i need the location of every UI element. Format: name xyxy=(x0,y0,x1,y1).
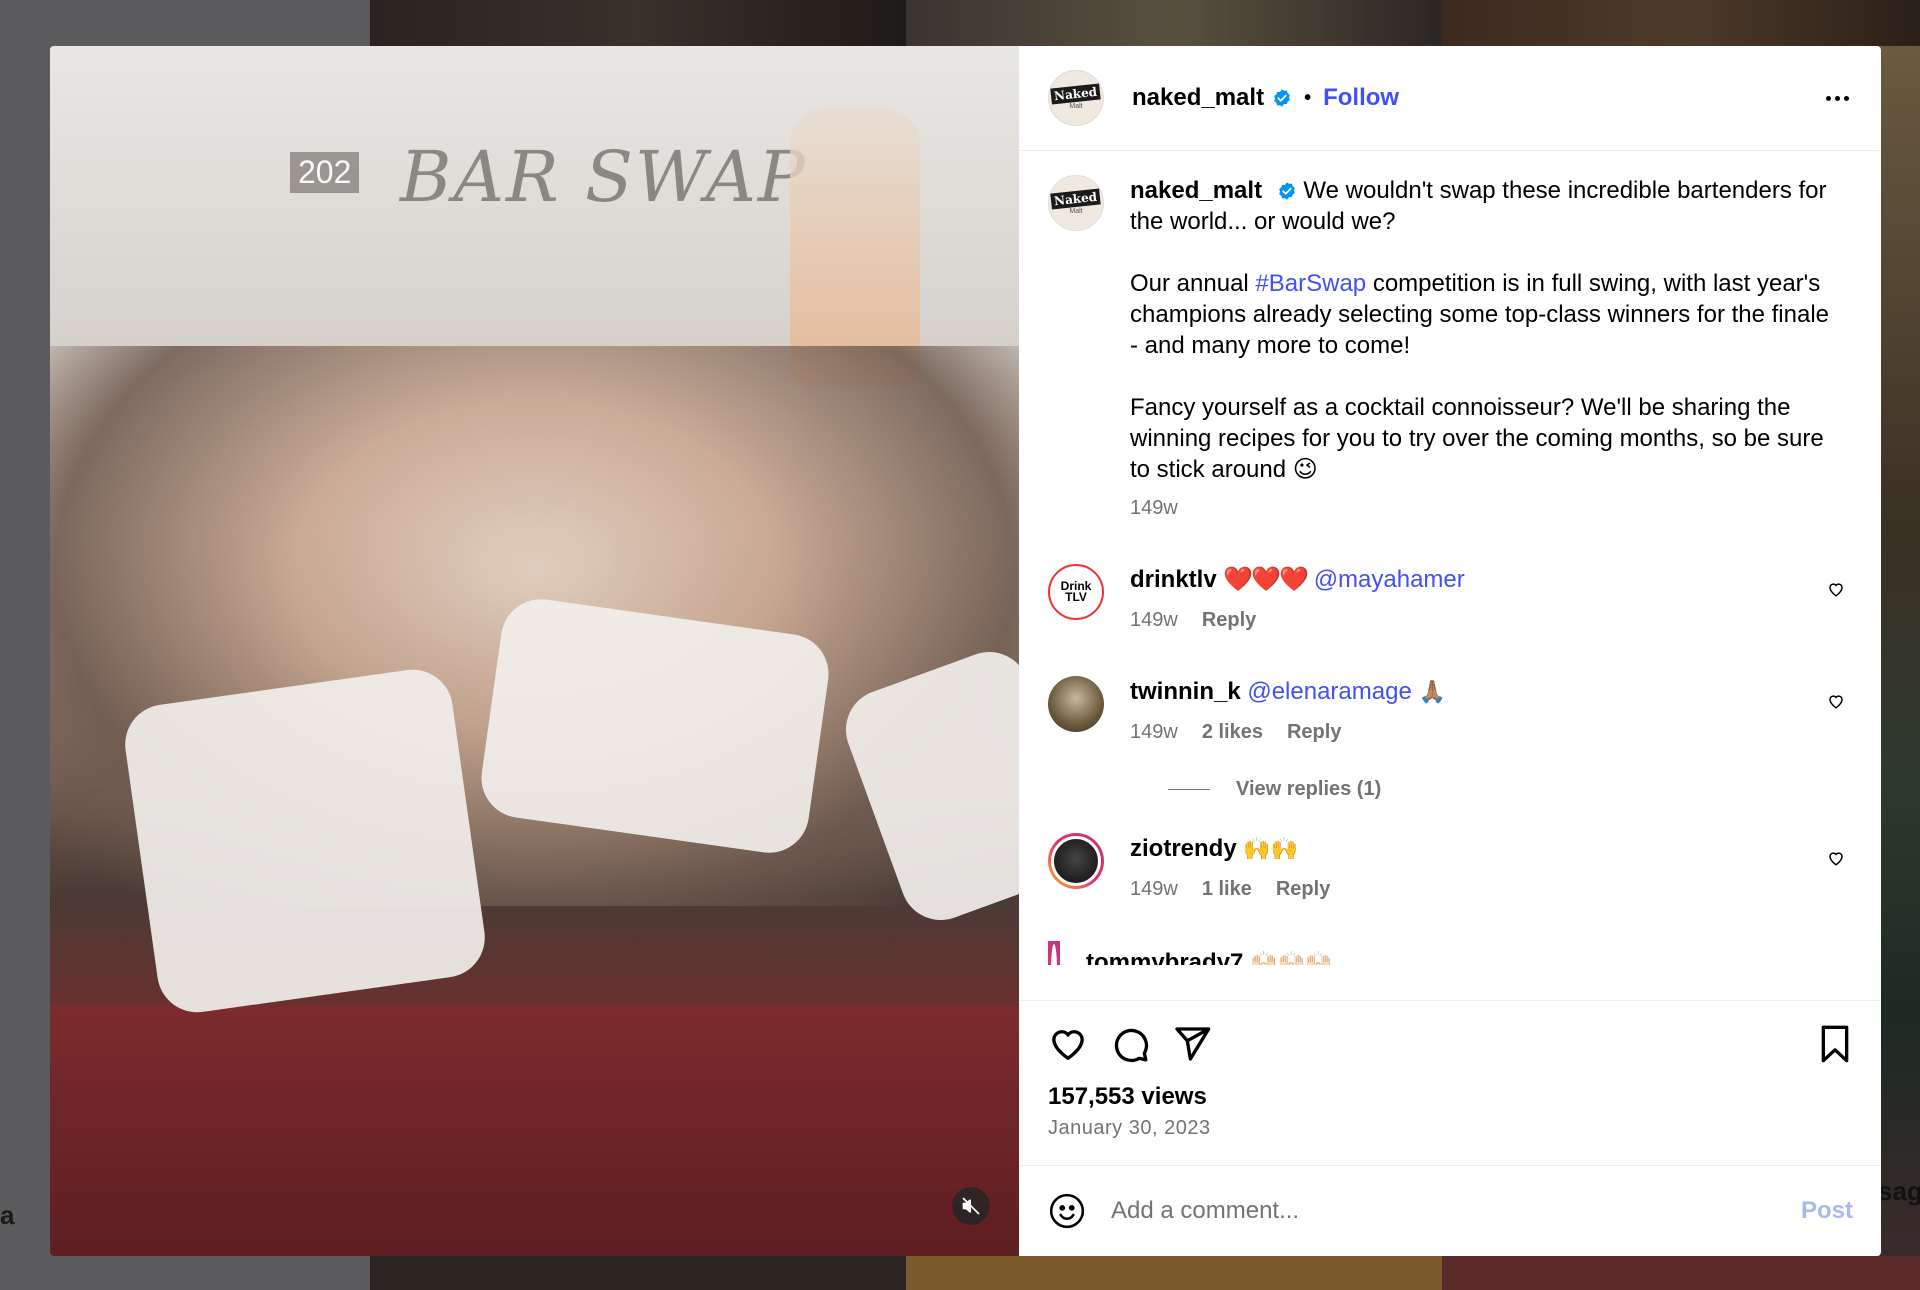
comment-timestamp[interactable]: 149w xyxy=(1130,721,1178,743)
background-thumbnail xyxy=(1880,46,1920,1256)
post-header: Naked Malt naked_malt • Follow xyxy=(1019,46,1881,151)
comment-emoji: 🙏🏽 xyxy=(1418,679,1446,704)
mute-icon xyxy=(962,1197,980,1215)
mention-link[interactable]: @elenaramage xyxy=(1247,678,1411,705)
emoji-icon[interactable] xyxy=(1048,1192,1086,1230)
background-thumbnail xyxy=(906,0,1442,46)
bottle-graphic xyxy=(790,106,920,386)
commenter-avatar[interactable] xyxy=(1048,676,1104,732)
view-replies-label: View replies (1) xyxy=(1236,778,1382,800)
comment-item: Drink TLV drinktlv ❤️❤️❤️ @mayahamer 149… xyxy=(1048,564,1853,636)
post-side-panel: Naked Malt naked_malt • Follow Naked Mal… xyxy=(1019,46,1881,1256)
background-thumbnail xyxy=(1442,0,1920,46)
heart-icon[interactable] xyxy=(1827,692,1845,710)
caption-text: Fancy yourself as a cocktail connoisseur… xyxy=(1130,394,1824,483)
author-avatar[interactable]: Naked Malt xyxy=(1048,175,1104,231)
post-video[interactable]: 202 BAR SWAP xyxy=(50,46,1019,1256)
held-sign xyxy=(120,664,490,1018)
heart-icon[interactable] xyxy=(1827,580,1845,598)
comment-item: twinnin_k @elenaramage 🙏🏽 149w 2 likes Rep… xyxy=(1048,676,1853,748)
caption-username[interactable]: naked_malt xyxy=(1130,177,1262,204)
background-thumbnail xyxy=(906,1256,1442,1290)
post-actions: 157,553 views January 30, 2023 xyxy=(1019,1000,1881,1165)
background-thumbnail xyxy=(370,0,906,46)
post-modal: 202 BAR SWAP Naked Malt naked_malt • Fol… xyxy=(50,46,1881,1256)
comment-timestamp[interactable]: 149w xyxy=(1130,878,1178,900)
hashtag-link[interactable]: #BarSwap xyxy=(1255,270,1366,297)
more-options-icon[interactable] xyxy=(1821,95,1853,101)
banner-year-text: 202 xyxy=(290,152,360,193)
avatar-logo-subtext: Malt xyxy=(1069,103,1083,110)
avatar-logo-text: TLV xyxy=(1065,590,1087,604)
commenter-username[interactable]: tommybrady7 xyxy=(1086,949,1243,965)
comment-emoji: ❤️❤️❤️ xyxy=(1223,566,1309,593)
banner-title-text: BAR SWAP xyxy=(400,136,808,218)
comments-list[interactable]: Naked Malt naked_malt We wouldn't swap t… xyxy=(1019,151,1881,1000)
held-sign xyxy=(476,594,834,858)
commenter-avatar[interactable] xyxy=(1048,833,1104,889)
share-icon[interactable] xyxy=(1172,1024,1212,1064)
bookmark-icon[interactable] xyxy=(1817,1024,1853,1064)
mute-button[interactable] xyxy=(952,1187,990,1225)
background-thumbnail xyxy=(1442,1256,1920,1290)
heart-icon[interactable] xyxy=(1048,1024,1088,1064)
comment-item: ziotrendy 🙌🙌 149w 1 like Reply xyxy=(1048,833,1853,905)
verified-badge-icon xyxy=(1274,89,1290,107)
replies-divider xyxy=(1168,789,1210,790)
background-thumbnail xyxy=(370,1256,906,1290)
commenter-username[interactable]: ziotrendy xyxy=(1130,835,1237,862)
heart-icon[interactable] xyxy=(1827,849,1845,867)
commenter-avatar[interactable] xyxy=(1048,941,1060,965)
reply-button[interactable]: Reply xyxy=(1287,721,1341,743)
reply-button[interactable]: Reply xyxy=(1202,609,1256,631)
comment-emoji: 🙌🏻🙌🏻🙌🏻 xyxy=(1250,950,1333,965)
comment-composer: Post xyxy=(1019,1165,1881,1256)
comment-input[interactable] xyxy=(1111,1197,1801,1225)
author-avatar[interactable]: Naked Malt xyxy=(1048,70,1104,126)
avatar-logo-subtext: Malt xyxy=(1069,208,1083,215)
post-caption: Naked Malt naked_malt We wouldn't swap t… xyxy=(1048,175,1853,524)
comment-timestamp[interactable]: 149w xyxy=(1130,609,1178,631)
view-replies-button[interactable]: View replies (1) xyxy=(1168,778,1853,801)
comment-emoji: 🙌🙌 xyxy=(1243,836,1299,861)
avatar-logo-text: Naked xyxy=(1050,188,1102,210)
background-edge-text: sag xyxy=(1878,1176,1920,1206)
comment-item: tommybrady7 🙌🏻🙌🏻🙌🏻 xyxy=(1048,941,1853,965)
background-edge-text: a xyxy=(0,1200,15,1230)
commenter-username[interactable]: twinnin_k xyxy=(1130,678,1241,705)
header-separator: • xyxy=(1304,86,1312,109)
post-date[interactable]: January 30, 2023 xyxy=(1048,1117,1853,1140)
verified-badge-icon xyxy=(1278,182,1295,200)
comment-icon[interactable] xyxy=(1110,1024,1150,1064)
commenter-username[interactable]: drinktlv xyxy=(1130,566,1217,593)
commenter-avatar[interactable]: Drink TLV xyxy=(1048,564,1104,620)
author-username[interactable]: naked_malt xyxy=(1132,84,1264,112)
mention-link[interactable]: @mayahamer xyxy=(1314,566,1465,593)
post-comment-button[interactable]: Post xyxy=(1801,1197,1853,1225)
avatar-logo-text: Naked xyxy=(1050,83,1102,105)
caption-timestamp[interactable]: 149w xyxy=(1130,497,1178,519)
likes-count[interactable]: 1 like xyxy=(1202,878,1252,900)
likes-count[interactable]: 2 likes xyxy=(1202,721,1263,743)
caption-text: Our annual xyxy=(1130,270,1256,297)
follow-button[interactable]: Follow xyxy=(1323,84,1399,112)
reply-button[interactable]: Reply xyxy=(1276,878,1330,900)
views-count[interactable]: 157,553 views xyxy=(1048,1083,1853,1111)
stage-floor xyxy=(50,1006,1019,1256)
